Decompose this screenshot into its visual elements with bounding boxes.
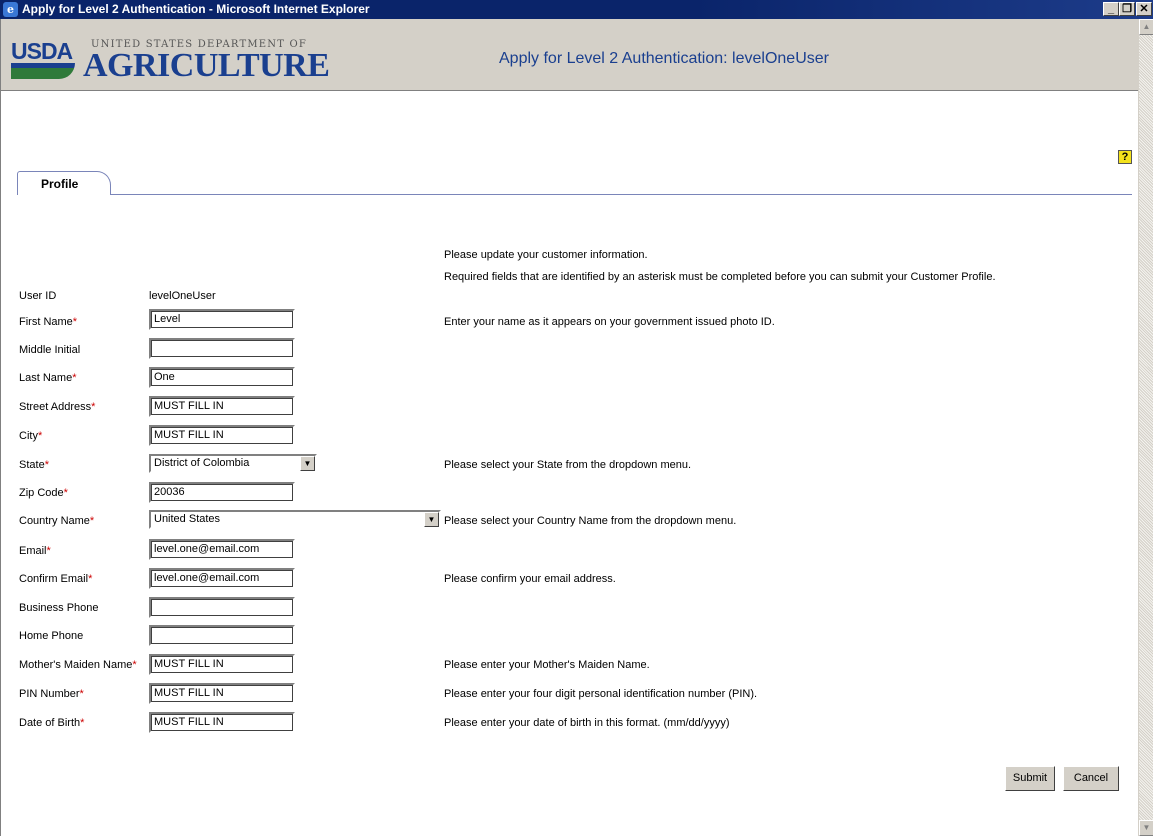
country-select-value: United States bbox=[154, 513, 221, 525]
country-label: Country Name* bbox=[19, 515, 95, 527]
cancel-button[interactable]: Cancel bbox=[1063, 766, 1119, 791]
dropdown-arrow-icon[interactable]: ▼ bbox=[424, 512, 439, 527]
dob-field[interactable]: MUST FILL IN bbox=[149, 712, 295, 733]
state-select-value: District of Colombia bbox=[154, 457, 250, 469]
user-id-value: levelOneUser bbox=[149, 290, 216, 302]
required-marker: * bbox=[79, 688, 84, 700]
dropdown-arrow-icon[interactable]: ▼ bbox=[300, 456, 315, 471]
business-phone-field[interactable] bbox=[149, 597, 295, 618]
required-marker: * bbox=[72, 372, 77, 384]
logo-usda-text: USDA bbox=[11, 38, 73, 64]
required-marker: * bbox=[80, 717, 85, 729]
confirm-email-field[interactable]: level.one@email.com bbox=[149, 568, 295, 589]
zip-code-field[interactable]: 20036 bbox=[149, 482, 295, 503]
country-note: Please select your Country Name from the… bbox=[444, 515, 737, 527]
email-label: Email* bbox=[19, 545, 51, 557]
confirm-email-label: Confirm Email* bbox=[19, 573, 93, 585]
middle-initial-field[interactable] bbox=[149, 338, 295, 359]
scroll-up-icon[interactable]: ▲ bbox=[1139, 19, 1153, 35]
pin-field[interactable]: MUST FILL IN bbox=[149, 683, 295, 704]
instruction-line-2: Required fields that are identified by a… bbox=[444, 271, 996, 283]
required-marker: * bbox=[72, 316, 78, 328]
required-marker: * bbox=[91, 401, 96, 413]
maiden-name-label: Mother's Maiden Name* bbox=[19, 659, 137, 671]
pin-label: PIN Number* bbox=[19, 688, 84, 700]
required-marker: * bbox=[132, 659, 137, 671]
submit-button[interactable]: Submit bbox=[1005, 766, 1055, 791]
first-name-label: First Name* bbox=[19, 316, 78, 328]
first-name-note: Enter your name as it appears on your go… bbox=[444, 316, 775, 328]
state-label: State* bbox=[19, 459, 49, 471]
logo-agriculture-text: AGRICULTURE bbox=[83, 47, 330, 84]
usda-logo: USDA UNITED STATES DEPARTMENT OF AGRICUL… bbox=[11, 37, 330, 84]
middle-initial-label: Middle Initial bbox=[19, 344, 81, 356]
help-icon[interactable]: ? bbox=[1118, 150, 1132, 164]
user-id-label: User ID bbox=[19, 290, 57, 302]
business-phone-label: Business Phone bbox=[19, 602, 99, 614]
state-select[interactable]: District of Colombia ▼ bbox=[149, 454, 317, 473]
required-marker: * bbox=[37, 430, 43, 442]
state-note: Please select your State from the dropdo… bbox=[444, 459, 692, 471]
zip-code-label: Zip Code* bbox=[19, 487, 68, 499]
page-content: USDA UNITED STATES DEPARTMENT OF AGRICUL… bbox=[0, 19, 1138, 836]
country-select[interactable]: United States ▼ bbox=[149, 510, 441, 529]
dob-label: Date of Birth* bbox=[19, 717, 85, 729]
maiden-name-note: Please enter your Mother's Maiden Name. bbox=[444, 659, 650, 671]
page-title: Apply for Level 2 Authentication: levelO… bbox=[499, 50, 829, 67]
city-field[interactable]: MUST FILL IN bbox=[149, 425, 295, 446]
ie-icon: e bbox=[3, 2, 18, 17]
city-label: City* bbox=[19, 430, 43, 442]
street-address-field[interactable]: MUST FILL IN bbox=[149, 396, 295, 417]
email-field[interactable]: level.one@email.com bbox=[149, 539, 295, 560]
home-phone-label: Home Phone bbox=[19, 630, 84, 642]
last-name-field[interactable]: One bbox=[149, 367, 295, 388]
pin-note: Please enter your four digit personal id… bbox=[444, 688, 758, 700]
page-header: USDA UNITED STATES DEPARTMENT OF AGRICUL… bbox=[1, 19, 1138, 91]
scroll-down-icon[interactable]: ▼ bbox=[1139, 820, 1153, 836]
maiden-name-field[interactable]: MUST FILL IN bbox=[149, 654, 295, 675]
instruction-line-1: Please update your customer information. bbox=[444, 249, 648, 261]
first-name-field[interactable]: Level bbox=[149, 309, 295, 330]
confirm-email-note: Please confirm your email address. bbox=[444, 573, 616, 585]
required-marker: * bbox=[63, 487, 68, 499]
vertical-scrollbar[interactable]: ▲ ▼ bbox=[1138, 19, 1153, 836]
tab-divider bbox=[110, 194, 1132, 195]
required-marker: * bbox=[89, 515, 95, 527]
dob-note: Please enter your date of birth in this … bbox=[444, 717, 730, 729]
required-marker: * bbox=[44, 459, 49, 471]
required-marker: * bbox=[46, 545, 51, 557]
minimize-button[interactable]: _ bbox=[1103, 2, 1119, 16]
last-name-label: Last Name* bbox=[19, 372, 77, 384]
close-button[interactable]: ✕ bbox=[1136, 2, 1152, 16]
window-title: Apply for Level 2 Authentication - Micro… bbox=[22, 2, 370, 16]
tab-profile[interactable]: Profile bbox=[17, 171, 111, 195]
home-phone-field[interactable] bbox=[149, 625, 295, 646]
window-titlebar: e Apply for Level 2 Authentication - Mic… bbox=[0, 0, 1153, 19]
street-address-label: Street Address* bbox=[19, 401, 96, 413]
required-marker: * bbox=[88, 573, 93, 585]
logo-wave-graphic bbox=[11, 63, 75, 79]
maximize-button[interactable]: ❐ bbox=[1119, 2, 1135, 16]
